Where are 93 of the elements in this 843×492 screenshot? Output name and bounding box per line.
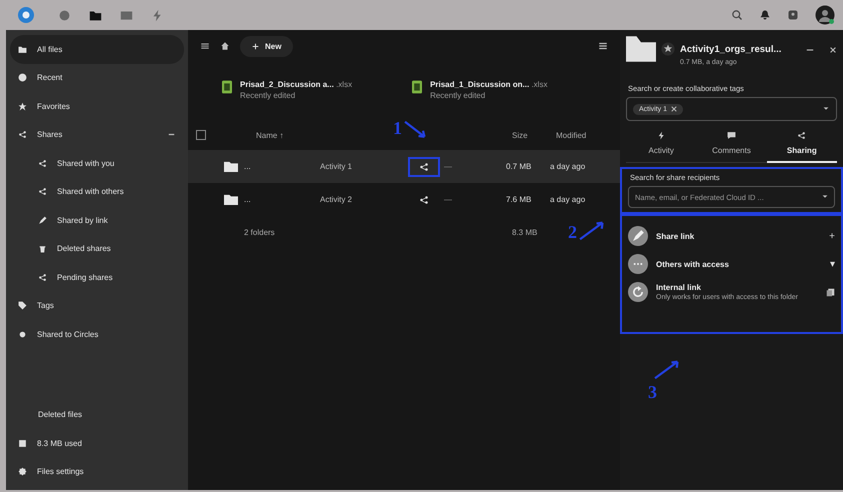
share-icon (18, 130, 27, 140)
avatar-icon[interactable] (815, 5, 835, 25)
file-name: Prisad_1_Discussion on... (430, 80, 530, 89)
sidebar-item[interactable]: Files settings (10, 458, 184, 486)
file-note: Recently edited (240, 91, 296, 100)
star-icon (18, 102, 27, 111)
new-button[interactable]: New (240, 36, 294, 56)
sidebar-item[interactable]: Shared with you (10, 149, 184, 178)
share-icon (38, 158, 47, 168)
comment-icon (726, 131, 736, 140)
list-view-icon[interactable] (598, 41, 608, 51)
share-button[interactable] (408, 156, 440, 176)
sidebar-item[interactable]: Deleted shares (10, 234, 184, 263)
file-modified: a day ago (550, 162, 586, 171)
entry-action[interactable]: ▾ (830, 258, 835, 270)
file-name: ... (244, 162, 252, 171)
copy-icon[interactable] (826, 288, 835, 296)
sidebar-item[interactable]: Tags (10, 292, 184, 320)
folder-count: 2 folders (243, 228, 276, 237)
recent-file-card[interactable]: Prisad_2_Discussion a... .xlsx Recently edited (222, 80, 352, 112)
share-icon (419, 194, 429, 204)
file-name: ... (244, 195, 252, 204)
entry-title: Share link (656, 232, 696, 240)
tab[interactable]: Sharing (766, 127, 837, 163)
file-tag: Activity 1 (320, 162, 408, 171)
sidebar-item[interactable]: Shared with others (10, 178, 184, 206)
refresh-icon (628, 282, 648, 302)
sidebar-item[interactable]: Favorites (10, 92, 184, 120)
share-icon (797, 131, 806, 140)
folder-icon (224, 194, 238, 205)
sidebar-item[interactable]: Deleted files (10, 400, 184, 429)
file-row[interactable]: ... Activity 2 — 7.6 MB a day ago (188, 183, 620, 216)
annotation-number: 1 (393, 118, 402, 139)
entry-title: Internal link (656, 283, 702, 292)
plus-icon (252, 42, 259, 50)
entry-action[interactable]: + (829, 230, 835, 242)
more-icon (628, 254, 648, 274)
share-count: — (443, 162, 453, 171)
trash-icon (38, 244, 47, 254)
contacts-icon[interactable] (787, 9, 799, 21)
sidebar-item[interactable]: 8.3 MB used (10, 429, 184, 458)
file-extension: .xlsx (531, 80, 548, 89)
sidebar-item[interactable]: Recent (10, 64, 184, 92)
annotation-number: 3 (648, 382, 657, 403)
search-icon[interactable] (731, 9, 743, 21)
file-row[interactable]: ... Activity 1 — 0.7 MB a day ago (188, 150, 620, 183)
share-entry[interactable]: Others with access ▾ (628, 250, 835, 278)
menu-icon[interactable] (200, 41, 210, 51)
storage-icon (18, 438, 27, 448)
clock-icon (18, 73, 27, 82)
sidebar-item[interactable]: Shared to Circles (10, 320, 184, 348)
file-title: Activity1_orgs_resul... (680, 44, 782, 55)
share-count: — (443, 195, 453, 204)
tab[interactable]: Activity (626, 127, 696, 163)
circle-icon[interactable] (58, 8, 71, 22)
file-tag: Activity 2 (320, 195, 408, 204)
column-header[interactable]: Modified (556, 130, 612, 140)
file-modified: a day ago (550, 195, 586, 204)
share-icon (419, 162, 429, 172)
close-icon[interactable] (829, 46, 837, 54)
file-size: 7.6 MB (506, 195, 532, 204)
recent-file-card[interactable]: Prisad_1_Discussion on... .xlsx Recently edited (412, 80, 548, 112)
share-icon (38, 272, 47, 282)
image-icon[interactable] (120, 8, 133, 22)
sidebar-item[interactable]: Shared by link (10, 206, 184, 234)
gear-icon (18, 467, 27, 476)
file-size: 0.7 MB (506, 162, 532, 171)
file-extension: .xlsx (336, 80, 352, 89)
file-name: Prisad_2_Discussion a... (240, 80, 334, 89)
sidebar-item[interactable]: Pending shares (10, 263, 184, 292)
select-all-checkbox[interactable] (196, 130, 206, 140)
cloud-logo-icon[interactable] (16, 5, 36, 25)
file-note: Recently edited (430, 91, 486, 100)
folder-icon (626, 36, 656, 62)
folder-icon (18, 44, 27, 54)
folder-icon[interactable] (89, 8, 102, 22)
sidebar-item[interactable]: All files (10, 35, 184, 64)
share-entry[interactable]: Share link + (628, 222, 835, 250)
bolt-icon (656, 131, 666, 140)
sidebar-item[interactable]: Shares (10, 120, 184, 149)
spreadsheet-icon (412, 80, 422, 94)
bell-icon[interactable] (759, 9, 771, 21)
tab[interactable]: Comments (696, 127, 767, 163)
annotation-number: 2 (568, 222, 577, 243)
tag-icon (18, 301, 27, 310)
entry-title: Others with access (656, 260, 730, 268)
remove-icon[interactable] (671, 106, 678, 112)
home-icon[interactable] (220, 41, 230, 51)
spreadsheet-icon (222, 80, 232, 94)
total-size: 8.3 MB (512, 228, 538, 237)
share-icon (38, 187, 47, 196)
column-header[interactable]: Size (512, 130, 556, 140)
folder-icon (224, 161, 238, 172)
